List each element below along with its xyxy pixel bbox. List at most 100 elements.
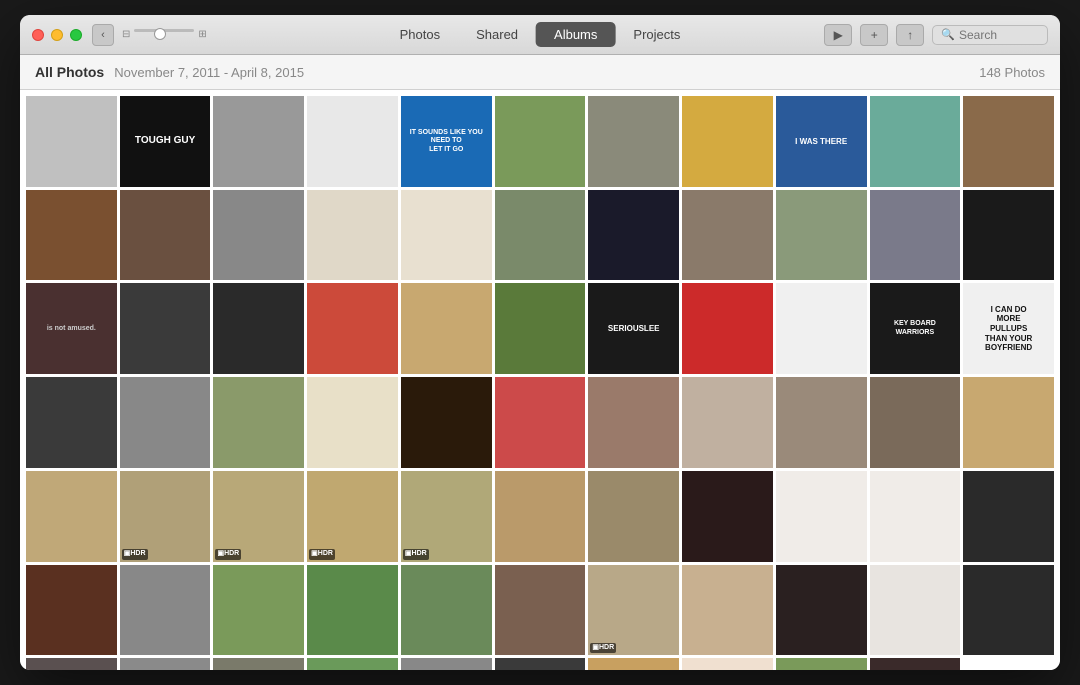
photo-cell[interactable] [213, 658, 304, 670]
photo-cell[interactable] [307, 658, 398, 670]
photo-cell[interactable]: ▣HDR [120, 471, 211, 562]
photo-cell[interactable] [963, 377, 1054, 468]
photo-cell[interactable] [26, 471, 117, 562]
photo-cell[interactable]: I WAS THERE [776, 96, 867, 187]
photo-cell[interactable] [495, 96, 586, 187]
photo-cell[interactable] [120, 283, 211, 374]
add-button[interactable]: + [860, 24, 888, 46]
photo-cell[interactable] [776, 377, 867, 468]
photo-grid-container[interactable]: TOUGH GUY IT SOUNDS LIKE YOU NEED TO LET … [20, 90, 1060, 670]
photo-cell[interactable] [776, 565, 867, 656]
photo-cell[interactable] [963, 471, 1054, 562]
photo-cell[interactable] [776, 283, 867, 374]
photo-cell[interactable] [26, 658, 117, 670]
photo-cell[interactable] [682, 471, 773, 562]
photo-cell[interactable] [682, 96, 773, 187]
photo-cell[interactable] [213, 565, 304, 656]
photo-cell[interactable]: ▣HDR [401, 471, 492, 562]
photo-cell[interactable] [495, 377, 586, 468]
photo-cell[interactable]: KEY BOARD WARRIORS [870, 283, 961, 374]
photo-cell[interactable] [401, 565, 492, 656]
photo-cell[interactable]: ▣HDR [307, 471, 398, 562]
photo-cell[interactable] [588, 190, 679, 281]
photo-cell[interactable] [307, 190, 398, 281]
photo-cell[interactable] [26, 377, 117, 468]
photo-cell[interactable] [26, 96, 117, 187]
photo-cell[interactable] [963, 565, 1054, 656]
photo-cell[interactable] [495, 190, 586, 281]
photo-cell[interactable] [495, 471, 586, 562]
photo-cell[interactable]: I CAN DO MORE PULLUPS THAN YOUR BOYFRIEN… [963, 283, 1054, 374]
photo-cell[interactable] [588, 471, 679, 562]
photo-cell[interactable] [120, 377, 211, 468]
photo-cell[interactable] [307, 565, 398, 656]
photo-cell[interactable] [963, 190, 1054, 281]
photo-cell[interactable] [588, 377, 679, 468]
photo-cell[interactable] [870, 471, 961, 562]
tab-photos[interactable]: Photos [382, 22, 458, 47]
photo-cell[interactable] [307, 96, 398, 187]
back-button[interactable]: ‹ [92, 24, 114, 46]
share-button[interactable]: ↑ [896, 24, 924, 46]
photo-cell[interactable] [307, 377, 398, 468]
photo-cell[interactable]: is not amused. [26, 283, 117, 374]
photo-cell[interactable] [776, 190, 867, 281]
photo-cell[interactable] [682, 565, 773, 656]
date-range: November 7, 2011 - April 8, 2015 [114, 65, 304, 80]
photo-cell[interactable] [870, 377, 961, 468]
photo-cell[interactable] [26, 190, 117, 281]
photo-cell[interactable]: ▣HDR [213, 471, 304, 562]
photo-cell[interactable] [870, 96, 961, 187]
photo-cell[interactable] [682, 283, 773, 374]
subtoolbar: All Photos November 7, 2011 - April 8, 2… [20, 55, 1060, 90]
photo-cell[interactable] [213, 190, 304, 281]
tab-shared[interactable]: Shared [458, 22, 536, 47]
photo-cell[interactable] [120, 565, 211, 656]
photo-cell[interactable] [401, 658, 492, 670]
search-icon: 🔍 [941, 28, 955, 41]
photo-cell[interactable] [776, 471, 867, 562]
photo-cell[interactable] [682, 658, 773, 670]
photo-cell[interactable] [213, 96, 304, 187]
traffic-lights [32, 29, 82, 41]
photo-cell[interactable] [495, 565, 586, 656]
photo-cell[interactable]: ▣HDR [588, 565, 679, 656]
photo-cell[interactable] [870, 658, 961, 670]
close-button[interactable] [32, 29, 44, 41]
toolbar-right: ▶ + ↑ 🔍 [824, 24, 1048, 46]
maximize-button[interactable] [70, 29, 82, 41]
photo-cell[interactable] [870, 190, 961, 281]
photo-cell[interactable] [870, 565, 961, 656]
photo-cell[interactable] [963, 96, 1054, 187]
photo-cell[interactable] [120, 190, 211, 281]
photo-cell[interactable] [682, 377, 773, 468]
zoom-slider-area[interactable]: ⊟ ⊞ [122, 29, 207, 41]
zoom-slider[interactable] [134, 29, 194, 41]
photo-cell[interactable] [120, 658, 211, 670]
photo-cell[interactable] [682, 190, 773, 281]
photo-cell[interactable] [588, 96, 679, 187]
photo-cell[interactable]: SERIOUSLEE [588, 283, 679, 374]
photo-cell[interactable] [401, 377, 492, 468]
photo-cell[interactable] [401, 283, 492, 374]
photo-cell[interactable] [213, 377, 304, 468]
minimize-button[interactable] [51, 29, 63, 41]
photo-cell[interactable]: TOUGH GUY [120, 96, 211, 187]
photo-cell[interactable] [495, 658, 586, 670]
photo-cell[interactable] [26, 565, 117, 656]
search-input[interactable] [959, 28, 1039, 42]
search-box[interactable]: 🔍 [932, 25, 1048, 45]
photo-count: 148 Photos [979, 65, 1045, 80]
photo-cell[interactable] [213, 283, 304, 374]
photo-cell[interactable]: ▣HDR [588, 658, 679, 670]
tab-albums[interactable]: Albums [536, 22, 615, 47]
photo-cell[interactable]: IT SOUNDS LIKE YOU NEED TO LET IT GO [401, 96, 492, 187]
photo-cell[interactable] [495, 283, 586, 374]
breadcrumb: All Photos [35, 64, 104, 80]
photo-cell[interactable] [401, 190, 492, 281]
play-button[interactable]: ▶ [824, 24, 852, 46]
photo-cell[interactable] [776, 658, 867, 670]
photo-cell[interactable] [307, 283, 398, 374]
zoom-max-icon: ⊞ [198, 29, 206, 40]
tab-projects[interactable]: Projects [615, 22, 698, 47]
